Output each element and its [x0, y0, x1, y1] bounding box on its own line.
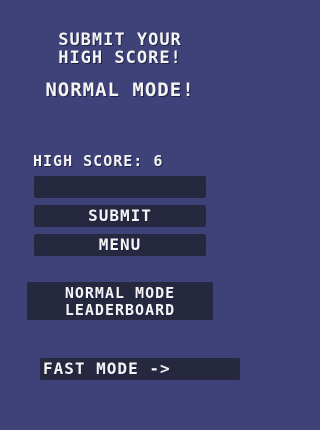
submit-button[interactable]: SUBMIT	[34, 205, 206, 227]
fast-mode-button[interactable]: FAST MODE ->	[40, 358, 240, 380]
name-input[interactable]	[34, 176, 206, 198]
leaderboard-button-line-1: NORMAL MODE	[64, 284, 176, 302]
leaderboard-button[interactable]: NORMAL MODE LEADERBOARD	[27, 282, 213, 320]
title-line-2: HIGH SCORE!	[58, 48, 182, 68]
menu-button[interactable]: MENU	[34, 234, 206, 256]
leaderboard-button-line-2: LEADERBOARD	[64, 301, 176, 319]
high-score-label: HIGH SCORE: 6	[33, 152, 164, 170]
mode-title: NORMAL MODE!	[45, 79, 195, 101]
